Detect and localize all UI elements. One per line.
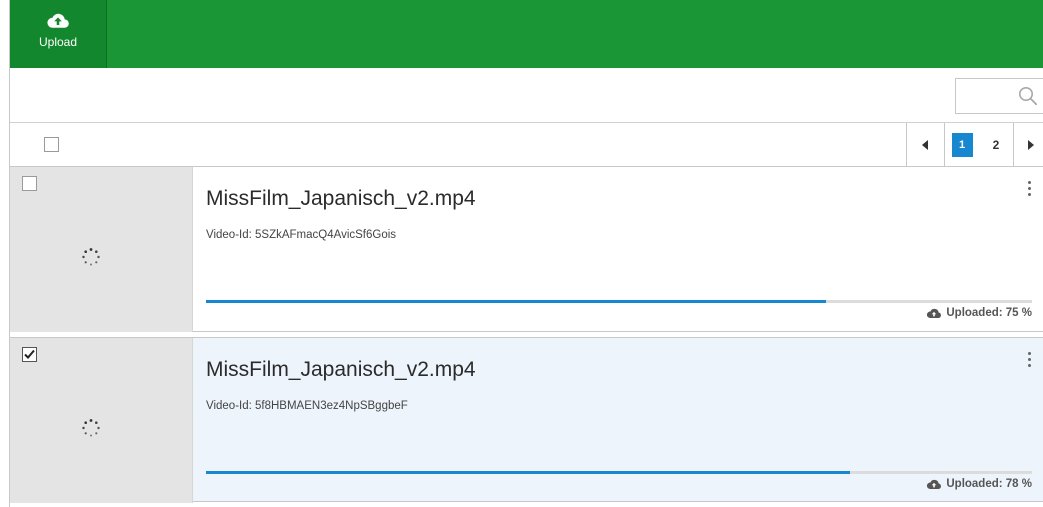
video-thumbnail [10, 338, 193, 503]
page-1-button[interactable]: 1 [945, 123, 979, 167]
search-input[interactable] [955, 78, 1043, 114]
list-header: 1 2 [10, 123, 1043, 167]
cloud-upload-icon [927, 479, 942, 489]
upload-button[interactable]: Upload [10, 0, 107, 68]
search-icon[interactable] [1018, 86, 1038, 106]
loading-spinner-icon [82, 419, 100, 437]
toolbar: Upload [10, 0, 1043, 68]
video-thumbnail [10, 167, 193, 332]
upload-label: Upload [38, 35, 78, 49]
upload-progress-bar [206, 300, 1032, 303]
select-all-checkbox[interactable] [44, 137, 59, 152]
next-page-button[interactable] [1013, 123, 1043, 167]
video-id: Video-Id: 5SZkAFmacQ4AvicSf6Gois [206, 229, 397, 241]
search-row [10, 68, 1043, 123]
upload-progress-fill [206, 300, 826, 303]
upload-status-text: Uploaded: 75 % [946, 307, 1032, 319]
video-list-item[interactable]: MissFilm_Japanisch_v2.mp4 Video-Id: 5SZk… [10, 167, 1043, 332]
chevron-left-icon [921, 140, 928, 150]
current-page: 1 [951, 133, 973, 157]
video-list-item[interactable]: MissFilm_Japanisch_v2.mp4 Video-Id: 5f8H… [10, 337, 1043, 503]
upload-status: Uploaded: 78 % [926, 478, 1032, 490]
more-options-icon[interactable] [1026, 352, 1032, 372]
loading-spinner-icon [82, 248, 100, 266]
upload-progress-fill [206, 471, 851, 474]
item-checkbox[interactable] [22, 176, 37, 191]
video-title[interactable]: MissFilm_Japanisch_v2.mp4 [206, 187, 476, 211]
item-checkbox-checked[interactable] [22, 347, 37, 362]
checkmark-icon [24, 349, 35, 359]
upload-status-text: Uploaded: 78 % [946, 478, 1032, 490]
cloud-upload-icon [927, 308, 942, 318]
pagination: 1 2 [906, 123, 1043, 167]
upload-progress-bar [206, 471, 1032, 474]
video-id: Video-Id: 5f8HBMAEN3ez4NpSBggbeF [206, 400, 408, 412]
page-2-button[interactable]: 2 [979, 123, 1013, 167]
video-title[interactable]: MissFilm_Japanisch_v2.mp4 [206, 358, 476, 382]
upload-status: Uploaded: 75 % [926, 307, 1032, 319]
more-options-icon[interactable] [1026, 181, 1032, 201]
video-manager: Upload 1 2 MissFilm_Japanisch_v2.mp4 Vid… [9, 0, 1043, 507]
cloud-upload-icon [47, 13, 69, 28]
prev-page-button[interactable] [907, 123, 945, 167]
chevron-right-icon [1027, 140, 1034, 150]
